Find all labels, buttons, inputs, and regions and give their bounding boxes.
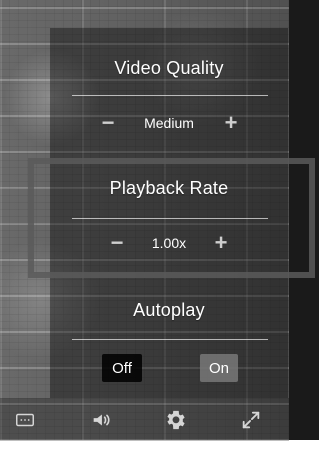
video-quality-value: Medium — [144, 115, 194, 131]
autoplay-off-button[interactable]: Off — [102, 354, 142, 382]
video-quality-title: Video Quality — [114, 58, 224, 78]
settings-button[interactable] — [161, 406, 191, 434]
volume-button[interactable] — [86, 406, 116, 434]
autoplay-divider — [72, 339, 268, 340]
volume-icon — [90, 409, 112, 431]
autoplay-title: Autoplay — [133, 300, 205, 320]
control-bar — [0, 398, 289, 441]
video-quality-stepper: − Medium + — [50, 109, 288, 137]
video-quality-increase-button[interactable]: + — [216, 109, 246, 137]
fullscreen-icon — [240, 409, 262, 431]
playback-rate-highlight — [28, 158, 315, 278]
video-quality-divider — [72, 95, 268, 96]
captions-icon — [14, 409, 36, 431]
gear-icon — [165, 409, 187, 431]
captions-button[interactable] — [10, 406, 40, 434]
bottom-white-strip — [0, 440, 319, 455]
fullscreen-button[interactable] — [236, 406, 266, 434]
video-player: Video Quality − Medium + Playback Rate −… — [0, 0, 319, 455]
autoplay-on-button[interactable]: On — [200, 354, 238, 382]
